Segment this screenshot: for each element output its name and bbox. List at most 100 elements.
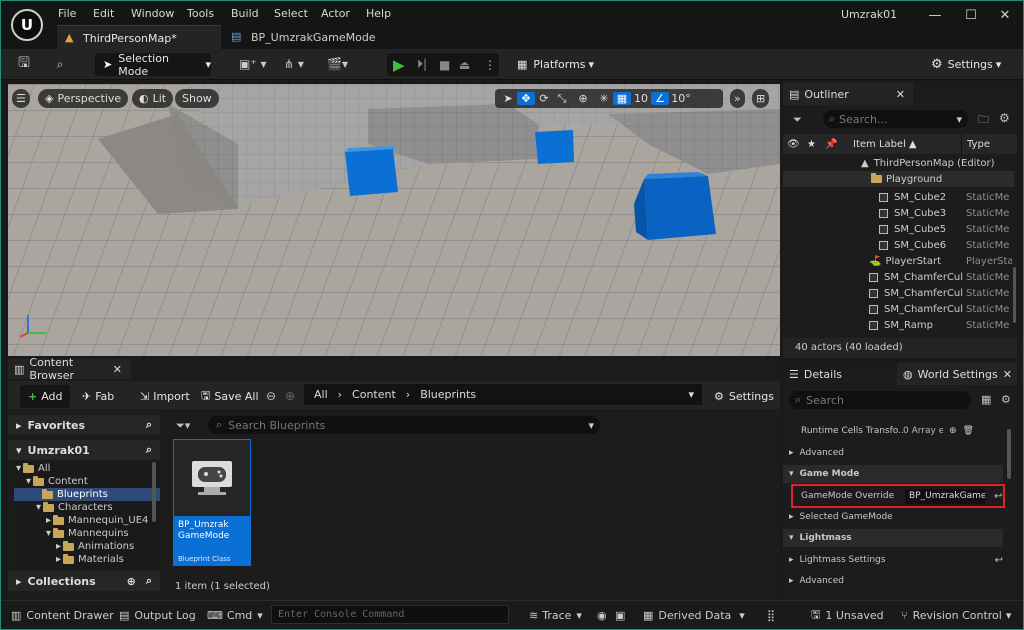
add-button[interactable]: + Add [20, 385, 70, 408]
reset-to-default-icon[interactable]: ↩ [995, 555, 1003, 566]
viewport-menu-button[interactable]: ☰ [12, 89, 30, 108]
menu-help[interactable]: Help [366, 7, 391, 20]
world-settings-tab[interactable]: ◍ World Settings ✕ [897, 363, 1017, 385]
tree-scrollbar[interactable] [152, 462, 156, 522]
advanced-row[interactable]: ▸ Advanced [783, 445, 1003, 461]
close-icon[interactable]: ✕ [1003, 368, 1012, 381]
forward-icon[interactable]: ⊕ [285, 389, 295, 403]
perspective-button[interactable]: ◈ Perspective [38, 89, 129, 108]
breadcrumb-all[interactable]: All [314, 388, 328, 401]
tree-item-mannequin-ue4[interactable]: ▸ Mannequin_UE4 [14, 514, 160, 527]
blueprint-menu-icon[interactable]: ⋔ ▾ [284, 57, 304, 71]
favorites-header[interactable]: ▸ Favorites ⌕ [8, 415, 160, 435]
grid-snap-value[interactable]: 10 [631, 92, 651, 105]
trash-icon[interactable]: 🗑 [963, 426, 974, 436]
table-view-icon[interactable]: ▦ [981, 393, 991, 406]
tree-item-animations[interactable]: ▸ Animations [14, 540, 160, 553]
filter-icon[interactable]: ⏷ [793, 113, 802, 127]
collections-header[interactable]: ▸ Collections ⊕ ⌕ [8, 571, 160, 591]
chevron-down-icon[interactable]: ▾ [688, 388, 694, 401]
gear-icon[interactable]: ⚙ [999, 111, 1010, 125]
add-element-icon[interactable]: ⊕ [949, 426, 957, 436]
content-settings-button[interactable]: ⚙ Settings [714, 385, 774, 408]
selected-gamemode-row[interactable]: ▸ Selected GameMode [783, 509, 1003, 525]
close-icon[interactable]: ✕ [113, 363, 122, 376]
scale-icon[interactable]: ⤡ [553, 92, 571, 106]
details-search-input[interactable]: ⌕ Search [789, 391, 971, 409]
outliner-row[interactable]: Playground [783, 171, 1014, 187]
fab-button[interactable]: ✈ Fab [82, 385, 114, 408]
trace-dropdown[interactable]: ≋ Trace ▾ [529, 606, 582, 624]
star-icon[interactable]: ★ [807, 139, 821, 150]
lit-button[interactable]: ◐ Lit [132, 89, 174, 108]
browse-icon[interactable]: ⌕ [51, 56, 69, 72]
outliner-row[interactable]: SM_ChamferCul StaticMe [783, 301, 1014, 317]
lightmass-settings-row[interactable]: ▸ Lightmass Settings ↩ [783, 552, 1003, 568]
advanced-row[interactable]: ▸ Advanced [783, 573, 1003, 589]
save-all-button[interactable]: 🖫 Save All [201, 385, 259, 408]
outliner-tab[interactable]: ▤ Outliner ✕ [783, 83, 913, 105]
search-icon[interactable]: ⌕ [146, 574, 152, 588]
search-icon[interactable]: ⌕ [146, 418, 152, 432]
more-viewport-icon[interactable]: » [730, 89, 745, 108]
menu-actor[interactable]: Actor [321, 7, 350, 20]
asset-search-input[interactable]: ⌕ Search Blueprints ▾ [208, 416, 600, 434]
minimize-icon[interactable]: — [917, 3, 953, 27]
back-icon[interactable]: ⊖ [266, 389, 276, 403]
derived-data-dropdown[interactable]: ▦ Derived Data ▾ [643, 606, 745, 624]
save-icon[interactable]: 🖫 [15, 55, 33, 72]
outliner-scrollbar[interactable] [1013, 267, 1016, 323]
search-icon[interactable]: ⌕ [146, 443, 152, 457]
menu-window[interactable]: Window [131, 7, 174, 20]
breadcrumb-content[interactable]: Content [352, 388, 396, 401]
project-header[interactable]: ▾ Umzrak01 ⌕ [8, 440, 160, 460]
menu-build[interactable]: Build [231, 7, 259, 20]
gamemode-override-dropdown[interactable]: BP_UmzrakGameM ▾ [905, 488, 985, 504]
show-button[interactable]: Show [175, 89, 219, 108]
add-folder-icon[interactable]: 🗀 [978, 111, 989, 130]
asset-tile-bp-umzrak-gamemode[interactable]: BP_Umzrak GameMode Blueprint Class [173, 439, 251, 566]
content-browser-tab[interactable]: ▥ Content Browser ✕ [8, 356, 130, 382]
maximize-icon[interactable]: ☐ [953, 3, 989, 27]
source-control-grid-icon[interactable]: ⣿ [767, 606, 775, 624]
outliner-row[interactable]: SM_Cube6 StaticMe [783, 237, 1014, 253]
outliner-row[interactable]: SM_ChamferCul StaticMe [783, 285, 1014, 301]
visibility-icon[interactable]: 👁 [787, 139, 801, 150]
cmd-dropdown[interactable]: ⌨ Cmd ▾ [207, 606, 263, 624]
stop-icon[interactable]: ■ [439, 58, 450, 72]
menu-select[interactable]: Select [274, 7, 308, 20]
content-drawer-button[interactable]: ▥ Content Drawer [11, 606, 114, 624]
outliner-row[interactable]: SM_Cube3 StaticMe [783, 205, 1014, 221]
step-icon[interactable]: ⏵| [417, 57, 427, 72]
grid-snap-icon[interactable]: ▦ [613, 92, 631, 105]
tree-item-blueprints[interactable]: Blueprints [14, 488, 160, 501]
settings-dropdown[interactable]: ⚙ Settings ▾ [931, 53, 1011, 76]
level-viewport[interactable]: ☰ ◈ Perspective ◐ Lit Show ➤ ✥ ⟳ ⤡ ⊕ ✳ ▦… [8, 84, 780, 356]
tree-item-characters[interactable]: ▾ Characters [14, 501, 160, 514]
close-icon[interactable]: ✕ [896, 88, 905, 101]
record-icon[interactable]: ◉ [597, 606, 607, 624]
tree-item-content[interactable]: ▾ Content [14, 475, 160, 488]
surface-snap-icon[interactable]: ✳ [595, 92, 613, 105]
translate-icon[interactable]: ✥ [517, 92, 535, 105]
tree-item-mannequins[interactable]: ▾ Mannequins [14, 527, 160, 540]
outliner-row[interactable]: ⛳ PlayerStart PlayerSta [783, 253, 1014, 269]
console-command-input[interactable]: Enter Console Command [271, 605, 509, 624]
tab-level-map[interactable]: ▲ ThirdPersonMap* [57, 25, 221, 49]
eject-icon[interactable]: ⏏ [459, 58, 470, 72]
lightmass-section-header[interactable]: ▾ Lightmass [783, 529, 1003, 547]
play-icon[interactable]: ▶ [393, 56, 405, 74]
pin-icon[interactable]: 📌 [825, 139, 839, 150]
outliner-row[interactable]: SM_ChamferCul StaticMe [783, 269, 1014, 285]
selection-mode-dropdown[interactable]: ➤ Selection Mode ▾ [95, 52, 211, 78]
type-header[interactable]: Type [967, 139, 990, 150]
import-button[interactable]: ⇲ Import [140, 385, 190, 408]
select-cursor-icon[interactable]: ➤ [499, 92, 517, 105]
revision-control-dropdown[interactable]: ⑂ Revision Control ▾ [901, 606, 1011, 624]
details-tab[interactable]: ☰ Details [783, 363, 893, 385]
menu-edit[interactable]: Edit [93, 7, 114, 20]
rotate-icon[interactable]: ⟳ [535, 92, 553, 105]
item-label-header[interactable]: Item Label [853, 139, 906, 150]
screenshot-icon[interactable]: ▣ [615, 606, 625, 624]
add-actor-icon[interactable]: ▣⁺ ▾ [239, 57, 267, 71]
